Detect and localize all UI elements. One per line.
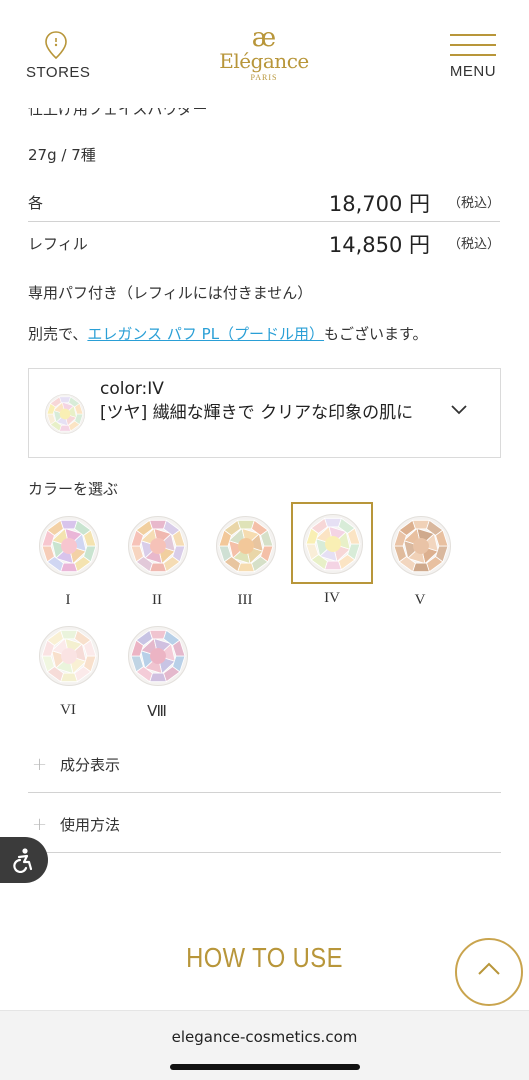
color-swatch-4[interactable]: V bbox=[379, 504, 461, 609]
accessibility-icon bbox=[13, 848, 33, 873]
logo-subtitle: PARIS bbox=[250, 73, 278, 82]
color-dropdown-text: color:IV [ツヤ] 繊細な輝きで クリアな印象の肌に bbox=[100, 377, 420, 425]
home-indicator bbox=[170, 1064, 360, 1070]
color-swatch-0[interactable]: I bbox=[27, 504, 109, 609]
color-dropdown-title: color:IV bbox=[100, 379, 164, 399]
accordion-label: 使用方法 bbox=[60, 816, 121, 834]
menu-button[interactable]: MENU bbox=[446, 34, 500, 80]
back-to-top-button[interactable] bbox=[455, 938, 523, 1006]
swatch-label: V bbox=[414, 592, 426, 608]
color-swatch-1[interactable]: II bbox=[116, 504, 198, 609]
swatch-frame bbox=[116, 504, 198, 586]
color-swatch-3[interactable]: IV bbox=[291, 502, 373, 607]
powder-compact-image bbox=[391, 516, 451, 576]
browser-url[interactable]: elegance-cosmetics.com bbox=[0, 1028, 529, 1046]
swatch-frame bbox=[27, 504, 109, 586]
logo-wordmark: Elégance bbox=[219, 49, 309, 73]
color-swatch-6[interactable]: Ⅷ bbox=[116, 614, 198, 721]
price-tax-note: （税込） bbox=[447, 196, 500, 211]
puff-suffix: もございます。 bbox=[324, 325, 428, 343]
powder-compact-image bbox=[39, 516, 99, 576]
chevron-up-icon bbox=[478, 962, 500, 975]
browser-address-bar: elegance-cosmetics.com bbox=[0, 1010, 529, 1080]
price-label: 各 bbox=[28, 194, 44, 212]
logo-mark: æ bbox=[251, 23, 277, 53]
price-row-refill: レフィル 14,850 円 （税込） bbox=[28, 223, 500, 263]
price-value: 14,850 円 bbox=[328, 233, 430, 257]
price-label: レフィル bbox=[28, 235, 88, 253]
puff-prefix: 別売で、 bbox=[28, 325, 88, 343]
brand-logo[interactable]: æ Elégance PARIS bbox=[214, 23, 314, 82]
puff-sold-separately: 別売で、エレガンス パフ PL（プードル用）もございます。 bbox=[28, 323, 428, 344]
powder-compact-image bbox=[128, 626, 188, 686]
swatch-label: IV bbox=[324, 590, 340, 606]
price-row-standard: 各 18,700 円 （税込） bbox=[28, 182, 500, 222]
accordion-ingredients[interactable]: + 成分表示 bbox=[28, 733, 501, 793]
stores-link[interactable]: STORES bbox=[26, 30, 91, 81]
puff-note: 専用パフ付き（レフィルには付きません） bbox=[28, 284, 313, 302]
swatch-frame bbox=[379, 504, 461, 586]
product-size: 27g / 7種 bbox=[28, 146, 96, 164]
location-pin-icon bbox=[45, 31, 67, 60]
menu-label: MENU bbox=[449, 63, 497, 80]
how-to-use-heading: HOW TO USE bbox=[186, 942, 343, 973]
swatch-label: II bbox=[152, 592, 162, 608]
site-header: STORES æ Elégance PARIS MENU bbox=[0, 0, 529, 108]
accordion-label: 成分表示 bbox=[60, 756, 121, 774]
hamburger-icon bbox=[450, 34, 496, 56]
stores-label: STORES bbox=[26, 64, 91, 81]
accordion-how-to[interactable]: + 使用方法 bbox=[28, 793, 501, 853]
powder-compact-image bbox=[128, 516, 188, 576]
swatch-frame bbox=[116, 614, 198, 696]
chevron-down-icon bbox=[451, 405, 467, 415]
swatch-label: VI bbox=[60, 702, 76, 718]
product-title-cutoff: 仕上げ用フェイスパウダー bbox=[28, 108, 208, 118]
swatch-label: III bbox=[237, 592, 253, 608]
plus-icon: + bbox=[32, 814, 48, 835]
swatch-frame bbox=[291, 502, 373, 584]
color-swatch-2[interactable]: III bbox=[204, 504, 286, 609]
powder-compact-image bbox=[39, 626, 99, 686]
swatch-frame bbox=[27, 614, 109, 696]
swatch-label: Ⅷ bbox=[147, 704, 167, 720]
price-tax-note: （税込） bbox=[447, 237, 500, 252]
color-swatch-5[interactable]: VI bbox=[27, 614, 109, 719]
plus-icon: + bbox=[32, 754, 48, 775]
selected-color-thumbnail bbox=[45, 394, 85, 434]
swatch-frame bbox=[204, 504, 286, 586]
powder-compact-image bbox=[216, 516, 276, 576]
powder-compact-image bbox=[303, 514, 363, 574]
price-value: 18,700 円 bbox=[328, 192, 430, 216]
color-dropdown[interactable]: color:IV [ツヤ] 繊細な輝きで クリアな印象の肌に bbox=[28, 368, 501, 458]
accessibility-button[interactable] bbox=[0, 837, 48, 883]
puff-link[interactable]: エレガンス パフ PL（プードル用） bbox=[87, 325, 324, 343]
choose-color-label: カラーを選ぶ bbox=[28, 480, 119, 498]
color-dropdown-description: [ツヤ] 繊細な輝きで クリアな印象の肌に bbox=[100, 403, 414, 423]
swatch-label: I bbox=[65, 592, 71, 608]
